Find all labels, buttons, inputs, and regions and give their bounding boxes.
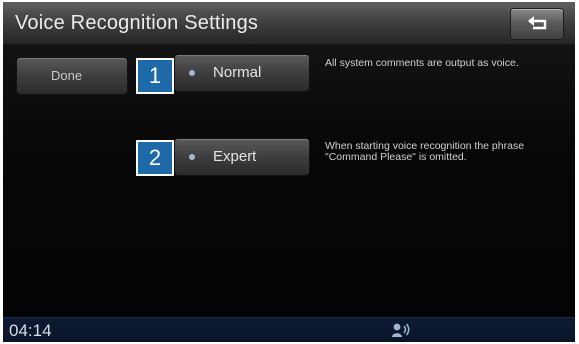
done-button-label: Done xyxy=(51,68,83,83)
expert-mode-label: Expert xyxy=(213,148,257,165)
settings-panel: Done Normal 1 All system comments are ou… xyxy=(3,45,575,317)
page-title: Voice Recognition Settings xyxy=(15,12,259,34)
head-unit-screen: Voice Recognition Settings Done Normal 1… xyxy=(3,2,575,342)
back-arrow-icon xyxy=(528,16,547,30)
title-bar: Voice Recognition Settings xyxy=(3,2,575,45)
done-button[interactable]: Done xyxy=(17,58,127,94)
expert-mode-description: When starting voice recognition the phra… xyxy=(325,140,525,163)
normal-mode-description: All system comments are output as voice. xyxy=(325,57,519,69)
radio-indicator-icon xyxy=(189,154,195,160)
normal-mode-label: Normal xyxy=(213,64,262,81)
radio-indicator-icon xyxy=(189,70,195,76)
normal-mode-button[interactable]: Normal xyxy=(175,55,309,91)
clock: 04:14 xyxy=(9,321,52,340)
voice-recognition-status-icon xyxy=(392,323,410,337)
callout-badge-1: 1 xyxy=(136,58,174,94)
expert-mode-button[interactable]: Expert xyxy=(175,139,309,175)
status-bar: 04:14 xyxy=(3,317,575,342)
callout-badge-2: 2 xyxy=(136,140,174,176)
back-button[interactable] xyxy=(511,9,563,39)
